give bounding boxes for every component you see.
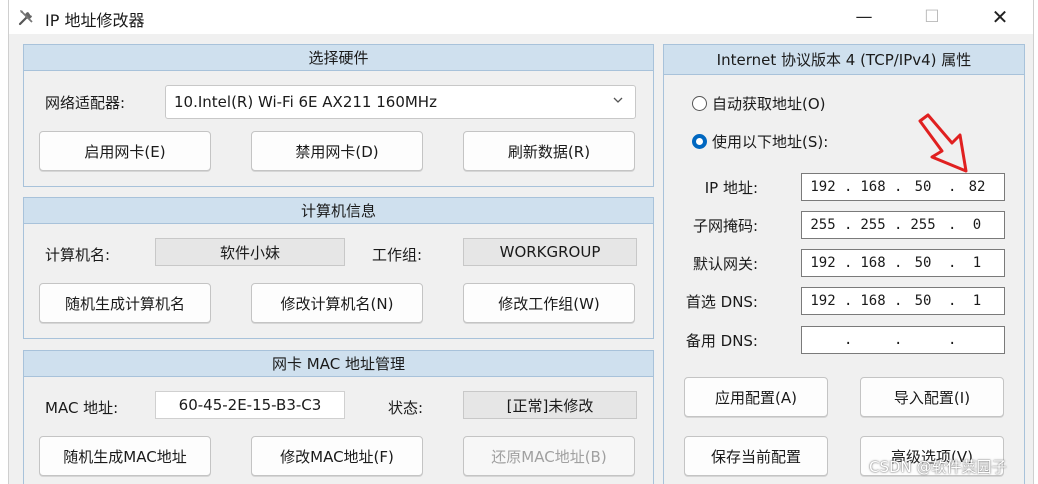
mac-status-badge: [正常]未修改 xyxy=(463,391,637,419)
gateway-octet-4[interactable]: 1 xyxy=(958,255,996,271)
adapter-select-value: 10.Intel(R) Wi-Fi 6E AX211 160MHz xyxy=(174,93,437,111)
gateway-octet-1[interactable]: 192 xyxy=(804,255,842,271)
auto-address-label: 自动获取地址(O) xyxy=(712,95,826,113)
tools-icon xyxy=(18,10,33,26)
ip-octet-2[interactable]: 168 xyxy=(854,179,892,195)
maximize-button[interactable]: ☐ xyxy=(901,0,963,34)
gateway-octet-3[interactable]: 50 xyxy=(904,255,942,271)
mask-octet-3[interactable]: 255 xyxy=(904,217,942,233)
random-computer-name-button[interactable]: 随机生成计算机名 xyxy=(39,283,211,323)
refresh-data-button[interactable]: 刷新数据(R) xyxy=(463,131,635,171)
ip-octet-4[interactable]: 82 xyxy=(958,179,996,195)
ip-address-input[interactable]: 192 . 168 . 50 . 82 xyxy=(801,173,1005,201)
mask-dot: . xyxy=(948,217,957,233)
adapter-label: 网络适配器: xyxy=(45,94,126,112)
ipv4-panel-title: Internet 协议版本 4 (TCP/IPv4) 属性 xyxy=(664,45,1024,75)
alternate-dns-label: 备用 DNS: xyxy=(685,332,758,350)
dns1-octet-3[interactable]: 50 xyxy=(904,293,942,309)
dns1-dot: . xyxy=(844,293,853,309)
random-mac-button[interactable]: 随机生成MAC地址 xyxy=(39,436,211,476)
mask-dot: . xyxy=(844,217,853,233)
computer-info-panel-title: 计算机信息 xyxy=(24,198,653,224)
import-config-button[interactable]: 导入配置(I) xyxy=(860,377,1004,417)
computer-name-label: 计算机名: xyxy=(45,246,111,264)
ip-dot: . xyxy=(844,179,853,195)
disable-adapter-button[interactable]: 禁用网卡(D) xyxy=(251,131,423,171)
mask-octet-4[interactable]: 0 xyxy=(958,217,996,233)
hardware-panel: 选择硬件 网络适配器: 10.Intel(R) Wi-Fi 6E AX211 1… xyxy=(23,44,654,187)
dns2-dot: . xyxy=(948,332,957,348)
dns1-octet-1[interactable]: 192 xyxy=(804,293,842,309)
preferred-dns-input[interactable]: 192 . 168 . 50 . 1 xyxy=(801,287,1005,315)
manual-address-label: 使用以下地址(S): xyxy=(712,133,829,151)
apply-config-button[interactable]: 应用配置(A) xyxy=(684,377,828,417)
ip-address-label: IP 地址: xyxy=(704,179,758,197)
dns2-dot: . xyxy=(894,332,903,348)
rename-computer-button[interactable]: 修改计算机名(N) xyxy=(251,283,423,323)
ip-dot: . xyxy=(948,179,957,195)
subnet-mask-input[interactable]: 255 . 255 . 255 . 0 xyxy=(801,211,1005,239)
modify-mac-button[interactable]: 修改MAC地址(F) xyxy=(251,436,423,476)
arrow-annotation-icon xyxy=(918,113,968,173)
gateway-input[interactable]: 192 . 168 . 50 . 1 xyxy=(801,249,1005,277)
ip-octet-1[interactable]: 192 xyxy=(804,179,842,195)
computer-info-panel: 计算机信息 计算机名: 软件小妹 工作组: WORKGROUP 随机生成计算机名… xyxy=(23,197,654,339)
mac-status-label: 状态: xyxy=(388,399,424,417)
alternate-dns-input[interactable]: . . . xyxy=(801,326,1005,354)
dns1-octet-2[interactable]: 168 xyxy=(854,293,892,309)
mask-octet-2[interactable]: 255 xyxy=(854,217,892,233)
dns1-dot: . xyxy=(894,293,903,309)
save-config-button[interactable]: 保存当前配置 xyxy=(684,436,828,476)
subnet-mask-label: 子网掩码: xyxy=(692,217,758,235)
auto-address-radio[interactable] xyxy=(692,96,707,111)
adapter-select[interactable]: 10.Intel(R) Wi-Fi 6E AX211 160MHz xyxy=(165,85,636,119)
restore-mac-button[interactable]: 还原MAC地址(B) xyxy=(463,436,635,476)
app-window: IP 地址修改器 — ☐ ✕ 选择硬件 网络适配器: 10.Intel(R) W… xyxy=(8,0,1034,484)
mac-address-field[interactable]: 60-45-2E-15-B3-C3 xyxy=(155,391,345,419)
mask-dot: . xyxy=(894,217,903,233)
mac-address-label: MAC 地址: xyxy=(45,399,119,417)
preferred-dns-label: 首选 DNS: xyxy=(685,293,758,311)
auto-address-option[interactable]: 自动获取地址(O) xyxy=(692,93,826,114)
hardware-panel-title: 选择硬件 xyxy=(24,45,653,71)
change-workgroup-button[interactable]: 修改工作组(W) xyxy=(463,283,635,323)
workgroup-label: 工作组: xyxy=(372,246,423,264)
gateway-octet-2[interactable]: 168 xyxy=(854,255,892,271)
minimize-button[interactable]: — xyxy=(833,0,895,34)
workgroup-field: WORKGROUP xyxy=(463,238,637,266)
watermark: CSDN @软件菜园子 xyxy=(869,458,1007,476)
close-button[interactable]: ✕ xyxy=(969,0,1031,34)
dns2-dot: . xyxy=(844,332,853,348)
title-bar: IP 地址修改器 — ☐ ✕ xyxy=(9,0,1033,34)
ipv4-panel: Internet 协议版本 4 (TCP/IPv4) 属性 自动获取地址(O) … xyxy=(663,44,1025,484)
manual-address-option[interactable]: 使用以下地址(S): xyxy=(692,131,828,152)
ip-dot: . xyxy=(894,179,903,195)
enable-adapter-button[interactable]: 启用网卡(E) xyxy=(39,131,211,171)
ip-octet-3[interactable]: 50 xyxy=(904,179,942,195)
window-title: IP 地址修改器 xyxy=(45,11,145,30)
computer-name-field: 软件小妹 xyxy=(155,238,345,266)
gateway-dot: . xyxy=(948,255,957,271)
dns1-octet-4[interactable]: 1 xyxy=(958,293,996,309)
mac-panel: 网卡 MAC 地址管理 MAC 地址: 60-45-2E-15-B3-C3 状态… xyxy=(23,350,654,484)
gateway-dot: . xyxy=(894,255,903,271)
manual-address-radio[interactable] xyxy=(692,134,707,149)
mac-panel-title: 网卡 MAC 地址管理 xyxy=(24,351,653,377)
mask-octet-1[interactable]: 255 xyxy=(804,217,842,233)
chevron-down-icon xyxy=(613,97,623,103)
dns1-dot: . xyxy=(948,293,957,309)
gateway-dot: . xyxy=(844,255,853,271)
gateway-label: 默认网关: xyxy=(692,255,758,273)
